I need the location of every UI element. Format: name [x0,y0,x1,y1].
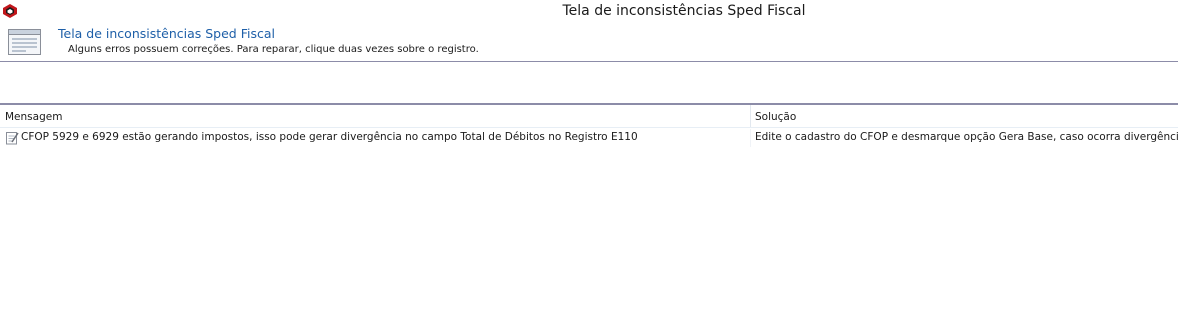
toolbar-area [0,62,1178,105]
inconsistency-window: Tela de inconsistências Sped Fiscal Tela… [0,0,1178,318]
grid-header: Mensagem Solução [0,105,1178,128]
column-header-mensagem[interactable]: Mensagem [5,111,62,123]
header-title: Tela de inconsistências Sped Fiscal [58,26,275,41]
form-window-icon [8,29,41,55]
cell-divider [750,129,751,147]
table-row[interactable]: CFOP 5929 e 6929 estão gerando impostos,… [0,129,1178,147]
column-divider[interactable] [750,105,751,127]
cell-mensagem: CFOP 5929 e 6929 estão gerando impostos,… [21,131,638,143]
title-bar: Tela de inconsistências Sped Fiscal [0,0,1178,22]
window-title: Tela de inconsistências Sped Fiscal [562,3,806,19]
header-subtitle: Alguns erros possuem correções. Para rep… [68,44,479,55]
header-panel: Tela de inconsistências Sped Fiscal Algu… [0,22,1178,62]
column-header-solucao[interactable]: Solução [755,111,796,123]
inconsistency-grid: Mensagem Solução CFOP 5929 e 6929 estão … [0,105,1178,318]
cell-solucao: Edite o cadastro do CFOP e desmarque opç… [755,131,1178,143]
note-edit-icon [6,132,19,145]
